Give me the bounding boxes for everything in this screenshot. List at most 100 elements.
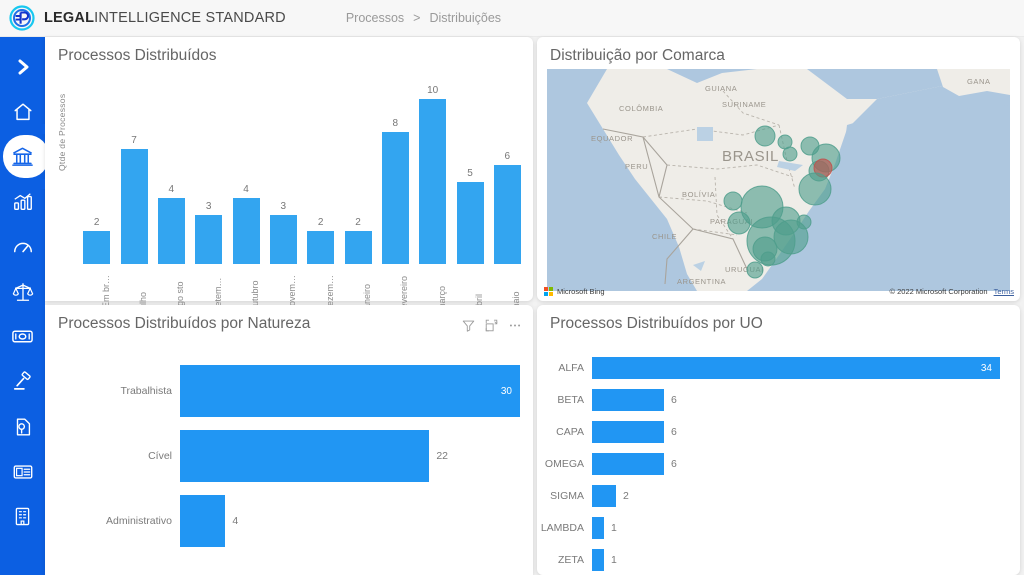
bar-value-label: 6: [671, 426, 677, 438]
sidebar-item-empresas[interactable]: [0, 494, 45, 539]
column-value-label: 6: [504, 151, 511, 162]
horizontal-bar-chart-natureza: Trabalhista 30 Cível 22 Administrativo 4: [45, 343, 533, 569]
column-bar[interactable]: 8: [381, 118, 409, 264]
bar-row[interactable]: BETA 6: [537, 389, 1020, 411]
breadcrumb-separator: >: [413, 11, 421, 25]
map-data-bubble[interactable]: [773, 219, 809, 255]
map-data-bubble[interactable]: [798, 172, 832, 206]
column-chart-processos-distribuidos: Qtde de Processos 2 7 4 3 4 3 2 2 8 10 5 6 (Em br… j…: [45, 71, 533, 325]
bar-value-label: 1: [611, 554, 617, 566]
column-bar[interactable]: 2: [307, 217, 335, 264]
map-data-bubble[interactable]: [723, 191, 743, 211]
column-bar-rect[interactable]: [381, 132, 409, 264]
focus-mode-icon[interactable]: [485, 319, 498, 332]
gavel-icon: [12, 370, 34, 393]
card-toolbar-natureza: [462, 319, 522, 332]
column-value-label: 5: [467, 167, 473, 179]
bar-rect[interactable]: [592, 453, 664, 475]
column-bar[interactable]: 7: [120, 134, 148, 264]
column-bar-rect[interactable]: [83, 231, 111, 264]
bing-map[interactable]: COLÔMBIA GUIANA SURINAME EQUADOR BRASIL PERU B…: [547, 69, 1010, 291]
column-bar-rect[interactable]: [419, 99, 447, 264]
map-data-bubble[interactable]: [760, 251, 776, 267]
breadcrumb-item-distribuicoes[interactable]: Distribuições: [429, 11, 501, 25]
column-bar[interactable]: 5: [456, 167, 484, 264]
bar-row[interactable]: Trabalhista 30: [45, 365, 533, 417]
card-processos-por-uo: Processos Distribuídos por UO ALFA 34 BETA…: [537, 305, 1020, 575]
bar-rect[interactable]: [592, 357, 1000, 379]
bar-row[interactable]: OMEGA 6: [537, 453, 1020, 475]
sidebar-item-documentos[interactable]: [0, 404, 45, 449]
filter-funnel-icon[interactable]: [462, 319, 475, 332]
column-value-label: 2: [355, 217, 361, 228]
map-provider-name: Microsoft Bing: [557, 287, 605, 296]
document-tag-icon: [12, 416, 34, 438]
column-bar-rect[interactable]: [195, 214, 223, 264]
card-distribuicao-por-comarca: Distribuição por Comarca COLÔMBIA GUIANA…: [537, 37, 1020, 301]
column-bar-rect[interactable]: [493, 165, 521, 264]
bar-category-label: SIGMA: [550, 490, 584, 502]
bar-rect[interactable]: [592, 485, 616, 507]
bar-category-label: ALFA: [558, 362, 584, 374]
bar-row[interactable]: SIGMA 2: [537, 485, 1020, 507]
map-terms-link[interactable]: Terms: [994, 287, 1014, 296]
sidebar-item-financeiro[interactable]: [0, 314, 45, 359]
sidebar-item-publicacoes[interactable]: [0, 449, 45, 494]
column-bar[interactable]: 2: [344, 217, 372, 264]
map-data-bubble[interactable]: [746, 261, 764, 279]
column-bar-rect[interactable]: [120, 148, 148, 264]
column-bar-rect[interactable]: [456, 181, 484, 264]
column-bar[interactable]: 4: [232, 184, 260, 264]
bar-row[interactable]: Administrativo 4: [45, 495, 533, 547]
home-icon: [12, 101, 34, 123]
brand-title: LEGALINTELLIGENCE STANDARD: [44, 10, 286, 26]
map-data-bubble[interactable]: [754, 125, 776, 147]
column-bar[interactable]: 3: [195, 201, 223, 264]
bar-rect[interactable]: [180, 365, 520, 417]
sidebar-item-processos[interactable]: [0, 124, 49, 189]
bar-category-label: LAMBDA: [540, 522, 584, 534]
column-bar[interactable]: 3: [269, 201, 297, 264]
bar-category-label: Administrativo: [106, 515, 172, 527]
scales-justice-icon: [12, 281, 34, 303]
column-value-label: 7: [131, 134, 137, 146]
column-value-label: 2: [317, 217, 324, 228]
breadcrumb-item-processos[interactable]: Processos: [346, 11, 404, 25]
column-bar-rect[interactable]: [269, 214, 297, 264]
bar-rect[interactable]: [592, 421, 664, 443]
sidebar-item-expand-sidebar[interactable]: [0, 44, 45, 89]
bar-row[interactable]: Cível 22: [45, 430, 533, 482]
column-value-label: 2: [93, 217, 100, 228]
bar-rect[interactable]: [592, 517, 604, 539]
map-data-bubble[interactable]: [727, 211, 751, 235]
column-bar[interactable]: 4: [157, 184, 185, 264]
map-data-bubble[interactable]: [782, 146, 798, 162]
more-options-icon[interactable]: [508, 319, 522, 332]
column-bar[interactable]: 10: [419, 85, 447, 264]
column-bar-rect[interactable]: [157, 198, 185, 264]
bar-value-label: 6: [671, 394, 677, 406]
column-value-label: 8: [392, 118, 399, 129]
bar-row[interactable]: CAPA 6: [537, 421, 1020, 443]
bar-value-label: 30: [500, 385, 512, 397]
bar-rect[interactable]: [592, 389, 664, 411]
sidebar-item-audiencias[interactable]: [0, 359, 45, 404]
column-bar[interactable]: 2: [83, 217, 111, 264]
gauge-speedometer-icon: [12, 236, 34, 258]
column-bar-rect[interactable]: [344, 231, 372, 264]
bar-value-label: 34: [980, 362, 992, 374]
bar-value-label: 22: [436, 450, 449, 462]
bar-row[interactable]: ZETA 1: [537, 549, 1020, 571]
bar-rect[interactable]: [180, 430, 430, 482]
column-bar-rect[interactable]: [232, 198, 260, 264]
sidebar-item-performance[interactable]: [0, 224, 45, 269]
legal-intelligence-logo-icon: [9, 5, 35, 31]
column-bar-rect[interactable]: [307, 231, 335, 264]
column-bar[interactable]: 6: [493, 151, 521, 264]
map-country-label: EQUADOR: [591, 134, 633, 143]
sidebar-item-juridico[interactable]: [0, 269, 45, 314]
bar-row[interactable]: LAMBDA 1: [537, 517, 1020, 539]
bar-row[interactable]: ALFA 34: [537, 357, 1020, 379]
bar-rect[interactable]: [180, 495, 226, 547]
bar-rect[interactable]: [592, 549, 604, 571]
